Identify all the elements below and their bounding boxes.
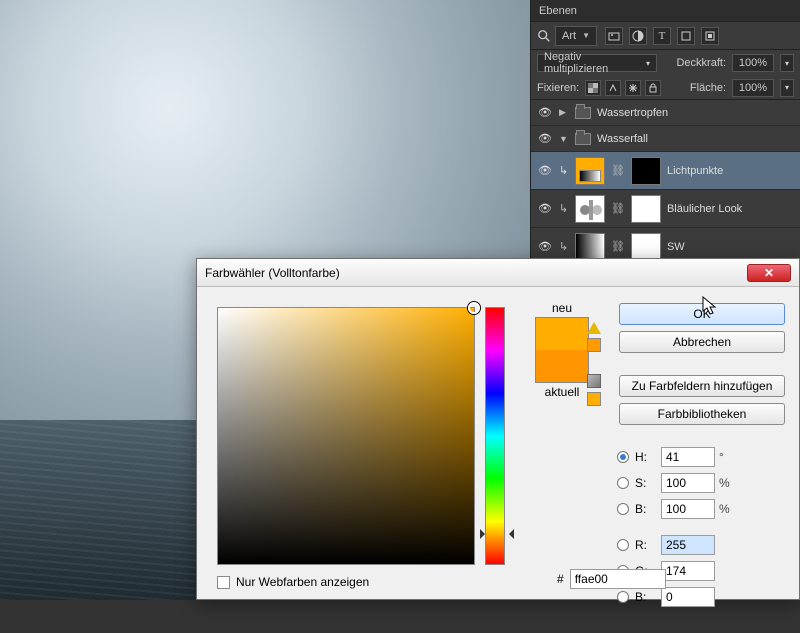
web-only-row: Nur Webfarben anzeigen	[217, 575, 369, 589]
s-field[interactable]	[661, 473, 715, 493]
dialog-title: Farbwähler (Volltonfarbe)	[205, 266, 747, 280]
fill-flyout[interactable]: ▾	[780, 79, 794, 97]
opacity-flyout[interactable]: ▾	[780, 54, 794, 72]
swatch-current	[536, 350, 588, 382]
layer-name: Bläulicher Look	[667, 203, 794, 215]
bb-radio[interactable]	[617, 591, 629, 603]
layers-filter-row: Art ▼ T	[531, 22, 800, 50]
clip-icon: ↳	[559, 164, 569, 177]
close-button[interactable]: ✕	[747, 264, 791, 282]
bb-field[interactable]	[661, 587, 715, 607]
layers-panel-header: Ebenen	[531, 0, 800, 22]
swatch-neu-label: neu	[525, 301, 599, 315]
disclosure-icon[interactable]: ▶	[559, 107, 569, 118]
folder-icon	[575, 133, 591, 145]
s-radio[interactable]	[617, 477, 629, 489]
fill-field[interactable]: 100%	[732, 79, 774, 97]
layer-name: Wasserfall	[597, 133, 794, 145]
layer-name: Lichtpunkte	[667, 165, 794, 177]
chevron-down-icon: ▼	[582, 31, 590, 40]
cancel-button[interactable]: Abbrechen	[619, 331, 785, 353]
visibility-icon[interactable]: 👁	[537, 202, 553, 215]
r-field[interactable]	[661, 535, 715, 555]
visibility-icon[interactable]: 👁	[537, 106, 553, 119]
layer-thumb[interactable]	[575, 157, 605, 185]
filter-smart-icon[interactable]	[701, 27, 719, 45]
mask-link-icon[interactable]: ⛓	[611, 164, 625, 177]
lock-pixels-icon[interactable]	[605, 80, 621, 96]
color-picker-dialog: Farbwähler (Volltonfarbe) ✕ neu aktuell …	[196, 258, 800, 600]
web-only-label: Nur Webfarben anzeigen	[236, 575, 369, 589]
layers-panel-title: Ebenen	[539, 5, 577, 17]
mask-link-icon[interactable]: ⛓	[611, 240, 625, 253]
b-radio[interactable]	[617, 503, 629, 515]
disclosure-icon[interactable]: ▼	[559, 134, 569, 144]
layer-name: Wassertropfen	[597, 107, 794, 119]
h-field[interactable]	[661, 447, 715, 467]
g-field[interactable]	[661, 561, 715, 581]
filter-kind-label: Art	[562, 30, 576, 42]
blend-mode-select[interactable]: Negativ multiplizieren ▾	[537, 54, 657, 72]
h-radio[interactable]	[617, 451, 629, 463]
filter-shape-icon[interactable]	[677, 27, 695, 45]
fill-label: Fläche:	[690, 82, 726, 94]
layer-mask[interactable]	[631, 195, 661, 223]
layer-row[interactable]: 👁 ↳ ⛓ Bläulicher Look	[531, 190, 800, 228]
blend-mode-value: Negativ multiplizieren	[544, 51, 642, 75]
blend-row: Negativ multiplizieren ▾ Deckkraft: 100%…	[531, 50, 800, 76]
swatch-compare[interactable]	[535, 317, 589, 383]
websafe-warning-icon[interactable]	[587, 374, 601, 388]
b-field[interactable]	[661, 499, 715, 519]
hex-field[interactable]	[570, 569, 666, 589]
visibility-icon[interactable]: 👁	[537, 240, 553, 253]
saturation-value-field[interactable]	[217, 307, 475, 565]
filter-type-icon[interactable]: T	[653, 27, 671, 45]
lock-transparent-icon[interactable]	[585, 80, 601, 96]
filter-adjust-icon[interactable]	[629, 27, 647, 45]
visibility-icon[interactable]: 👁	[537, 132, 553, 145]
layer-mask[interactable]	[631, 157, 661, 185]
hex-row: #	[557, 569, 666, 589]
clip-icon: ↳	[559, 202, 569, 215]
opacity-label: Deckkraft:	[676, 57, 726, 69]
swatch-new	[536, 318, 588, 350]
layer-row-selected[interactable]: 👁 ↳ ⛓ Lichtpunkte	[531, 152, 800, 190]
dialog-titlebar[interactable]: Farbwähler (Volltonfarbe) ✕	[197, 259, 799, 287]
folder-icon	[575, 107, 591, 119]
lock-all-icon[interactable]	[645, 80, 661, 96]
sv-cursor-icon	[468, 302, 480, 314]
lock-label: Fixieren:	[537, 82, 579, 94]
layer-group[interactable]: 👁 ▼ Wasserfall	[531, 126, 800, 152]
r-radio[interactable]	[617, 539, 629, 551]
search-icon	[537, 29, 551, 43]
ok-button[interactable]: OK	[619, 303, 785, 325]
layer-name: SW	[667, 241, 794, 253]
filter-pixel-icon[interactable]	[605, 27, 623, 45]
websafe-swatch[interactable]	[587, 392, 601, 406]
warn-column	[587, 315, 605, 406]
hue-pointer-icon	[480, 529, 486, 539]
gamut-swatch[interactable]	[587, 338, 601, 352]
filter-kind-select[interactable]: Art ▼	[555, 26, 597, 46]
layer-thumb[interactable]	[575, 233, 605, 261]
opacity-field[interactable]: 100%	[732, 54, 774, 72]
layers-panel: Ebenen Art ▼ T Negativ multiplizieren ▾ …	[530, 0, 800, 260]
add-swatch-button[interactable]: Zu Farbfeldern hinzufügen	[619, 375, 785, 397]
chevron-down-icon: ▾	[646, 59, 650, 68]
hue-slider[interactable]	[485, 307, 505, 565]
layer-mask[interactable]	[631, 233, 661, 261]
clip-icon: ↳	[559, 240, 569, 253]
gamut-warning-icon[interactable]	[587, 315, 601, 334]
web-only-checkbox[interactable]	[217, 576, 230, 589]
mask-link-icon[interactable]: ⛓	[611, 202, 625, 215]
layer-group[interactable]: 👁 ▶ Wassertropfen	[531, 100, 800, 126]
visibility-icon[interactable]: 👁	[537, 164, 553, 177]
lock-row: Fixieren: Fläche: 100% ▾	[531, 76, 800, 100]
layer-list: 👁 ▶ Wassertropfen 👁 ▼ Wasserfall 👁 ↳ ⛓ L…	[531, 100, 800, 266]
hsb-grid: H:° S:% B:%	[617, 447, 737, 519]
layer-thumb[interactable]	[575, 195, 605, 223]
lock-position-icon[interactable]	[625, 80, 641, 96]
color-libraries-button[interactable]: Farbbibliotheken	[619, 403, 785, 425]
hash-label: #	[557, 572, 564, 586]
